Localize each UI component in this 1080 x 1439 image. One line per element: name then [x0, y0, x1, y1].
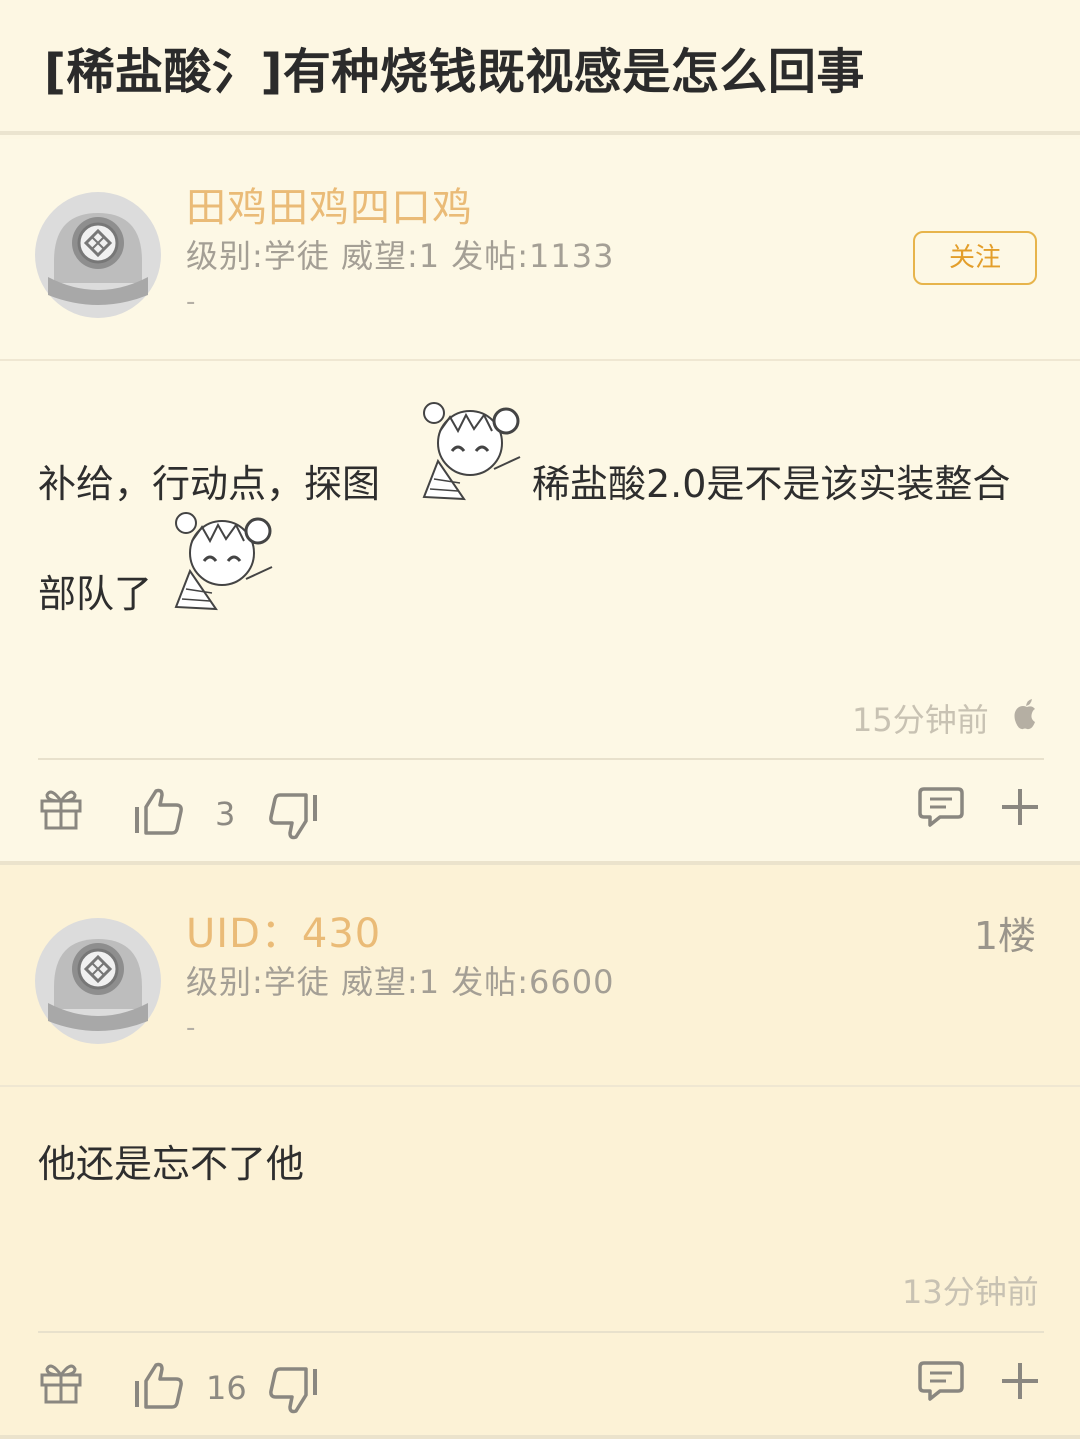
divider — [38, 758, 1044, 760]
thumbs-up-icon[interactable] — [134, 1361, 184, 1411]
like-count: 3 — [215, 795, 236, 833]
username[interactable]: UID：430 — [186, 901, 381, 959]
like-count: 16 — [206, 1369, 247, 1407]
apple-icon — [1014, 699, 1035, 730]
floor-number: 1楼 — [973, 914, 1036, 958]
post-time: 13分钟前 — [902, 1273, 1039, 1311]
plus-icon[interactable] — [1000, 787, 1040, 827]
avatar[interactable] — [34, 917, 162, 1045]
post-header: UID：430 级别:学徒 威望:1 发帖:6600 - 1楼 — [0, 865, 1080, 1087]
post-separator — [0, 1435, 1080, 1439]
content-line-1a: 补给，行动点，探图 — [38, 462, 381, 506]
comment-icon[interactable] — [918, 1359, 964, 1403]
sticker-emoji — [174, 512, 273, 611]
thumbs-down-icon[interactable] — [268, 1365, 318, 1415]
post-main: 田鸡田鸡四口鸡 级别:学徒 威望:1 发帖:1133 - 关注 补给，行动点，探… — [0, 139, 1080, 861]
plus-icon[interactable] — [1000, 1361, 1040, 1401]
username[interactable]: 田鸡田鸡四口鸡 — [186, 175, 473, 233]
gift-icon[interactable] — [38, 1361, 84, 1405]
thumbs-down-icon[interactable] — [268, 791, 318, 841]
avatar[interactable] — [34, 191, 162, 319]
post-time: 15分钟前 — [852, 701, 989, 739]
post-header: 田鸡田鸡四口鸡 级别:学徒 威望:1 发帖:1133 - 关注 — [0, 139, 1080, 361]
thread-title: [稀盐酸氵]有种烧钱既视感是怎么回事 — [44, 44, 865, 100]
user-signature: - — [186, 287, 196, 317]
user-stats: 级别:学徒 威望:1 发帖:6600 — [186, 963, 615, 1001]
user-stats: 级别:学徒 威望:1 发帖:1133 — [186, 237, 615, 275]
gift-icon[interactable] — [38, 787, 84, 831]
comment-icon[interactable] — [918, 785, 964, 829]
thumbs-up-icon[interactable] — [134, 787, 184, 837]
content-line-1: 他还是忘不了他 — [38, 1142, 305, 1186]
title-bar: [稀盐酸氵]有种烧钱既视感是怎么回事 — [0, 0, 1080, 135]
reply-post: UID：430 级别:学徒 威望:1 发帖:6600 - 1楼 他还是忘不了他 … — [0, 865, 1080, 1435]
content-line-2: 部队了 — [38, 572, 153, 616]
divider — [38, 1331, 1044, 1333]
sticker-emoji — [422, 402, 521, 501]
user-signature: - — [186, 1013, 196, 1043]
follow-button[interactable]: 关注 — [913, 231, 1037, 285]
content-line-1b: 稀盐酸2.0是不是该实装整合 — [532, 462, 1011, 506]
